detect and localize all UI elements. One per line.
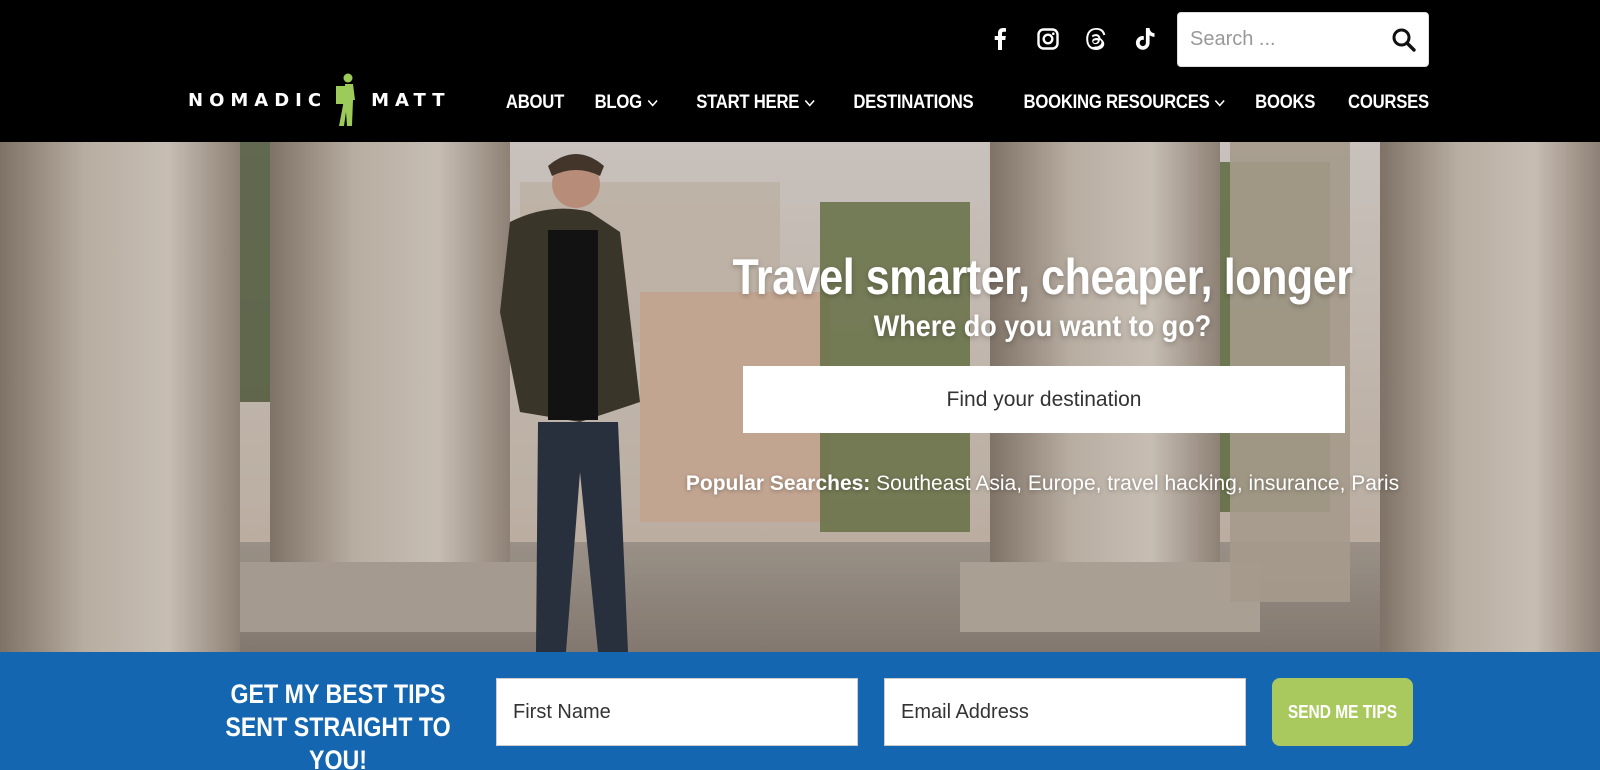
popular-searches-label: Popular Searches: xyxy=(685,472,871,495)
backpacker-logo-icon xyxy=(336,73,356,126)
nav-item-label: DESTINATIONS xyxy=(853,92,974,113)
nav-item-destinations[interactable]: DESTINATIONS xyxy=(854,92,974,114)
logo-left-word: NOMADIC xyxy=(188,89,328,111)
destination-search-input[interactable] xyxy=(743,366,1345,433)
nav-item-label: BOOKS xyxy=(1255,92,1316,113)
newsletter-bar: GET MY BEST TIPS SENT STRAIGHT TO YOU! S… xyxy=(0,652,1600,770)
send-me-tips-button[interactable]: SEND ME TIPS xyxy=(1272,678,1413,746)
site-logo[interactable]: NOMADIC MATT xyxy=(188,72,450,128)
search-input[interactable] xyxy=(1190,13,1380,66)
nav-item-blog[interactable]: BLOG xyxy=(595,92,658,114)
nav-item-start-here[interactable]: START HERE xyxy=(696,92,815,114)
popular-searches-links[interactable]: Southeast Asia, Europe, travel hacking, … xyxy=(876,472,1399,495)
nav-item-about[interactable]: ABOUT xyxy=(506,92,564,114)
search-box xyxy=(1177,12,1429,67)
nav-item-label: COURSES xyxy=(1348,92,1429,113)
popular-searches: Popular Searches: Southeast Asia, Europe… xyxy=(630,472,1455,496)
newsletter-heading: GET MY BEST TIPS SENT STRAIGHT TO YOU! xyxy=(225,679,451,770)
nav-item-booking-resources[interactable]: BOOKING RESOURCES xyxy=(1023,92,1225,114)
first-name-field[interactable] xyxy=(496,678,858,746)
facebook-icon[interactable] xyxy=(987,26,1013,52)
email-field[interactable] xyxy=(884,678,1246,746)
nav-item-label: BLOG xyxy=(595,92,643,113)
nav-item-label: BOOKING RESOURCES xyxy=(1023,92,1210,113)
main-nav: ABOUT BLOG START HERE DESTINATIONS BOOKING R… xyxy=(476,92,1429,114)
chevron-down-icon xyxy=(647,99,658,107)
nav-item-books[interactable]: BOOKS xyxy=(1255,92,1315,114)
nav-item-courses[interactable]: COURSES xyxy=(1348,92,1429,114)
tiktok-icon[interactable] xyxy=(1132,26,1158,52)
nav-item-label: ABOUT xyxy=(506,92,565,113)
send-me-tips-label: SEND ME TIPS xyxy=(1287,701,1398,722)
hero-subtitle: Where do you want to go? xyxy=(873,310,1212,343)
site-header: NOMADIC MATT ABOUT BLOG START HERE DESTINAT… xyxy=(0,0,1600,142)
chevron-down-icon xyxy=(1214,99,1225,107)
nav-item-label: START HERE xyxy=(696,92,800,113)
hero-title: Travel smarter, cheaper, longer xyxy=(732,249,1353,305)
chevron-down-icon xyxy=(804,99,815,107)
threads-icon[interactable] xyxy=(1083,26,1109,52)
hero-section: Travel smarter, cheaper, longer Where do… xyxy=(0,142,1600,652)
instagram-icon[interactable] xyxy=(1035,26,1061,52)
logo-right-word: MATT xyxy=(371,89,451,111)
search-icon[interactable] xyxy=(1390,26,1418,54)
